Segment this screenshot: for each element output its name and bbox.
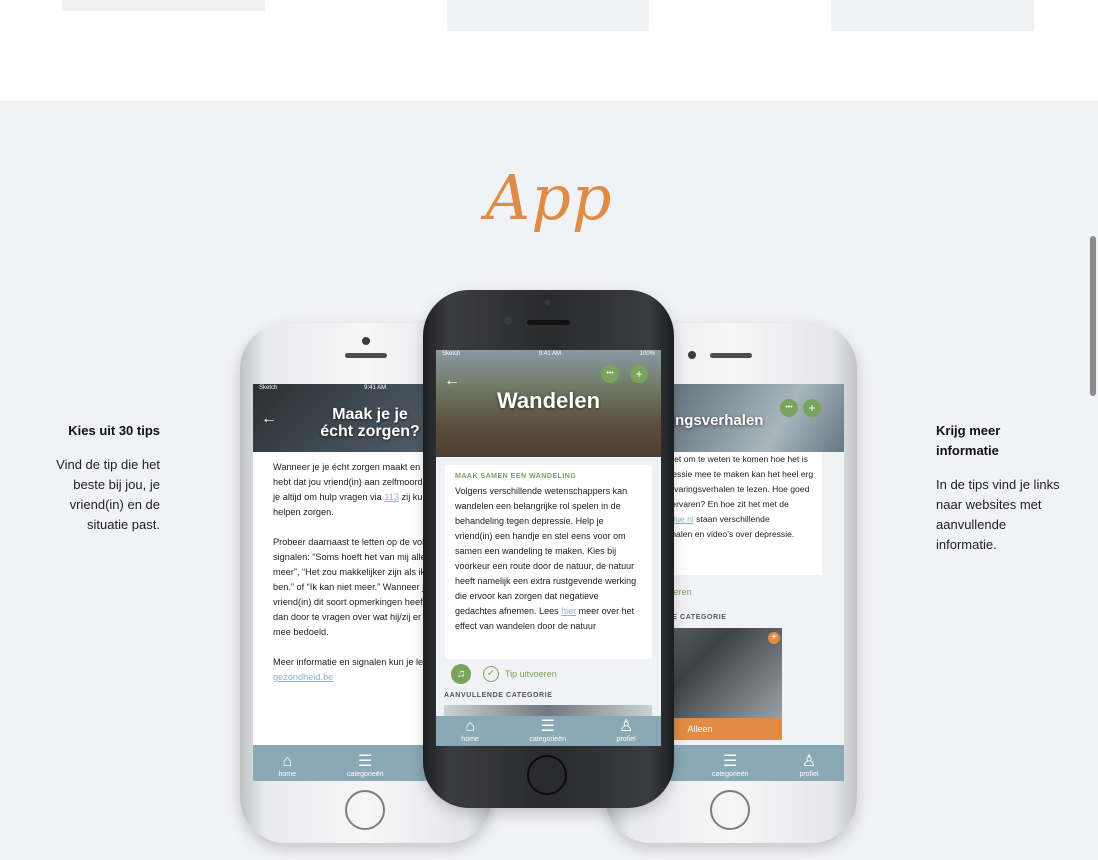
status-bar: Sketch 9:41 AM 100%: [436, 350, 661, 360]
tip-actions: ♫ ✓ Tip uitvoeren: [451, 664, 557, 684]
feature-title: Krijg meer informatie: [936, 423, 1001, 458]
tab-label: home: [278, 771, 296, 778]
home-icon: ⌂: [465, 718, 475, 735]
check-icon[interactable]: ✓: [483, 666, 499, 682]
feature-title: Kies uit 30 tips: [68, 423, 160, 438]
home-icon: ⌂: [282, 753, 293, 770]
scrollbar-thumb[interactable]: [1090, 236, 1096, 396]
screen-title: Maak je je écht zorgen?: [320, 406, 420, 440]
speaker: [710, 353, 752, 358]
front-camera: [504, 317, 512, 325]
bell-icon[interactable]: ♫: [451, 664, 471, 684]
more-options-icon[interactable]: •••: [601, 365, 619, 383]
tab-home[interactable]: ⌂home: [278, 753, 296, 778]
tab-categories[interactable]: ☰ categorieën: [347, 753, 384, 778]
card-heading: MAAK SAMEN EEN WANDELING: [455, 473, 577, 480]
extra-category-heading: AANVULLENDE CATEGORIE: [444, 692, 553, 699]
tab-profile[interactable]: ♙profiel: [799, 753, 818, 778]
tab-label: categorieën: [529, 736, 566, 743]
tab-label: profiel: [616, 736, 636, 743]
category-label-text: Alleen: [687, 724, 713, 734]
tip-label[interactable]: Tip uitvoeren: [505, 669, 557, 679]
home-button[interactable]: [527, 755, 567, 795]
top-card-1: [62, 0, 265, 11]
top-card-3: [831, 0, 1034, 31]
front-camera: [688, 351, 696, 359]
tab-label: categorieën: [711, 771, 749, 778]
tab-bar: ⌂home ☰categorieën ♙profiel: [436, 716, 661, 746]
list-icon: ☰: [358, 753, 373, 770]
home-button[interactable]: [710, 790, 750, 830]
tip-paragraph: Volgens verschillende wetenschappers kan…: [455, 486, 637, 616]
list-icon: ☰: [540, 718, 555, 735]
add-icon[interactable]: +: [768, 632, 780, 644]
tab-categories[interactable]: ☰ categorieën: [529, 718, 566, 743]
tab-label: profiel: [799, 771, 819, 778]
tab-profile[interactable]: ♙profiel: [617, 718, 636, 743]
home-button[interactable]: [345, 790, 385, 830]
feature-text: Vind de tip die het beste bij jou, je vr…: [56, 457, 160, 532]
link-hier[interactable]: hier: [561, 606, 576, 616]
link-113[interactable]: 113: [384, 492, 399, 502]
tip-card: MAAK SAMEN EEN WANDELING Volgens verschi…: [445, 465, 652, 659]
front-camera: [362, 337, 370, 345]
top-strip: [0, 0, 1098, 101]
tip-body: Volgens verschillende wetenschappers kan…: [455, 484, 642, 634]
back-arrow-icon[interactable]: ←: [261, 410, 277, 428]
screen-title: Wandelen: [496, 388, 601, 413]
status-time: 9:41 AM: [538, 351, 561, 357]
section-title: App: [485, 161, 613, 234]
hero-image: Sketch 9:41 AM 100% ← ••• + Wandelen: [436, 350, 661, 457]
feature-more-info: Krijg meer informatie In de tips vind je…: [936, 421, 1066, 555]
speaker: [527, 320, 570, 325]
tab-label: categorieën: [346, 771, 384, 778]
app-section: App Kies uit 30 tips Vind de tip die het…: [0, 101, 1098, 860]
feature-choose-tips: Kies uit 30 tips Vind de tip die het bes…: [30, 421, 160, 535]
phone-center-screen: Sketch 9:41 AM 100% ← ••• + Wandelen MAA…: [436, 350, 661, 746]
person-icon: ♙: [801, 753, 817, 770]
status-carrier: Sketch: [442, 351, 461, 357]
top-card-2: [447, 0, 649, 31]
phone-center: Sketch 9:41 AM 100% ← ••• + Wandelen MAA…: [423, 290, 674, 808]
feature-text: In de tips vind je links naar websites m…: [936, 477, 1060, 552]
tab-categories[interactable]: ☰ categorieën: [712, 753, 749, 778]
status-carrier: Sketch: [259, 385, 278, 391]
status-battery: 100%: [639, 351, 655, 357]
speaker: [345, 353, 387, 358]
add-icon[interactable]: +: [803, 399, 821, 417]
status-time: 9:41 AM: [364, 385, 387, 391]
add-icon[interactable]: +: [630, 365, 648, 383]
person-icon: ♙: [618, 718, 634, 735]
link-gezondheid[interactable]: gezondheid.be: [273, 672, 333, 682]
list-icon: ☰: [723, 753, 738, 770]
tab-home[interactable]: ⌂home: [461, 718, 479, 743]
more-options-icon[interactable]: •••: [780, 399, 798, 417]
sensor: [545, 300, 550, 305]
tab-label: home: [461, 736, 479, 743]
